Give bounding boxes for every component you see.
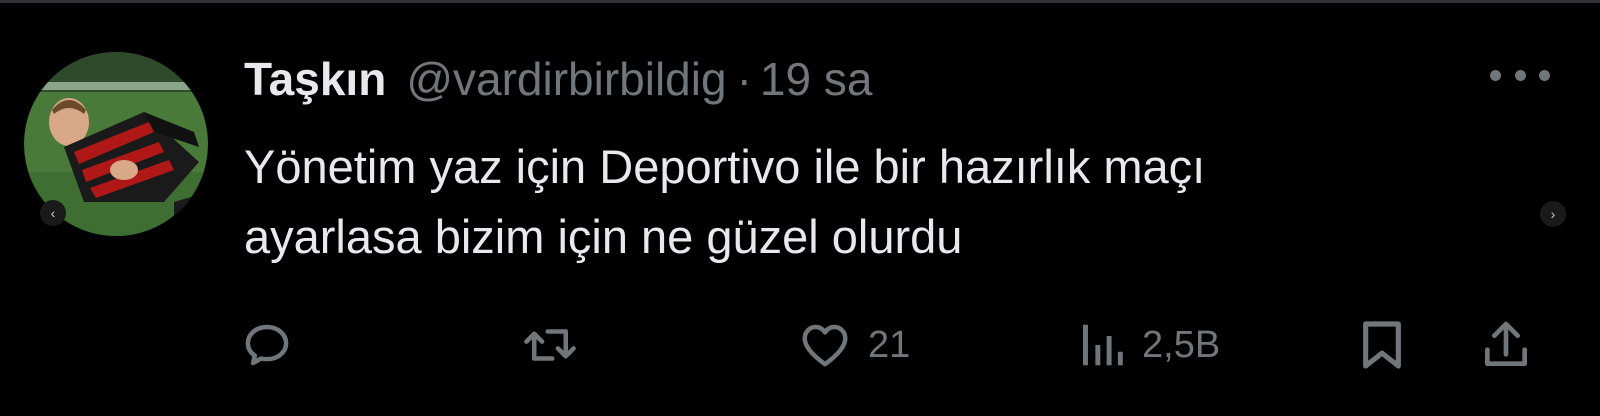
next-arrow-icon[interactable]: › bbox=[1540, 201, 1566, 227]
header-separator: · bbox=[736, 53, 752, 105]
previous-arrow-icon[interactable]: ‹ bbox=[40, 200, 66, 226]
author-handle[interactable]: @vardirbirbildig bbox=[406, 52, 726, 106]
retweet-button[interactable] bbox=[520, 310, 580, 380]
more-options-icon[interactable] bbox=[1490, 60, 1550, 90]
tweet-text: Yönetim yaz için Deportivo ile bir hazır… bbox=[244, 132, 1504, 272]
tweet-timestamp[interactable]: 19 sa bbox=[760, 52, 873, 106]
bookmark-button[interactable] bbox=[1354, 310, 1410, 380]
reply-icon bbox=[245, 324, 289, 366]
views-icon bbox=[1083, 324, 1123, 366]
retweet-icon bbox=[524, 329, 576, 361]
tweet-text-line: Yönetim yaz için Deportivo ile bir hazır… bbox=[244, 140, 1206, 193]
tweet-text-line: ayarlasa bizim için ne güzel olurdu bbox=[244, 210, 963, 263]
more-dot bbox=[1514, 69, 1526, 81]
like-count: 21 bbox=[868, 323, 911, 366]
more-dot bbox=[1539, 69, 1550, 81]
share-button[interactable] bbox=[1478, 310, 1534, 380]
tweet-header: Taşkın @vardirbirbildig · 19 sa bbox=[244, 52, 872, 112]
author-name[interactable]: Taşkın bbox=[244, 52, 386, 106]
more-dot bbox=[1490, 69, 1501, 81]
views-count: 2,5B bbox=[1142, 323, 1221, 366]
bookmark-icon bbox=[1363, 321, 1401, 369]
reply-button[interactable] bbox=[240, 310, 294, 380]
share-icon bbox=[1485, 321, 1527, 366]
views-button[interactable]: 2,5B bbox=[1074, 310, 1220, 380]
like-button[interactable]: 21 bbox=[796, 310, 910, 380]
tweet-actions: 21 2,5B bbox=[0, 310, 1600, 380]
top-divider bbox=[0, 0, 1600, 3]
heart-icon bbox=[802, 324, 848, 367]
